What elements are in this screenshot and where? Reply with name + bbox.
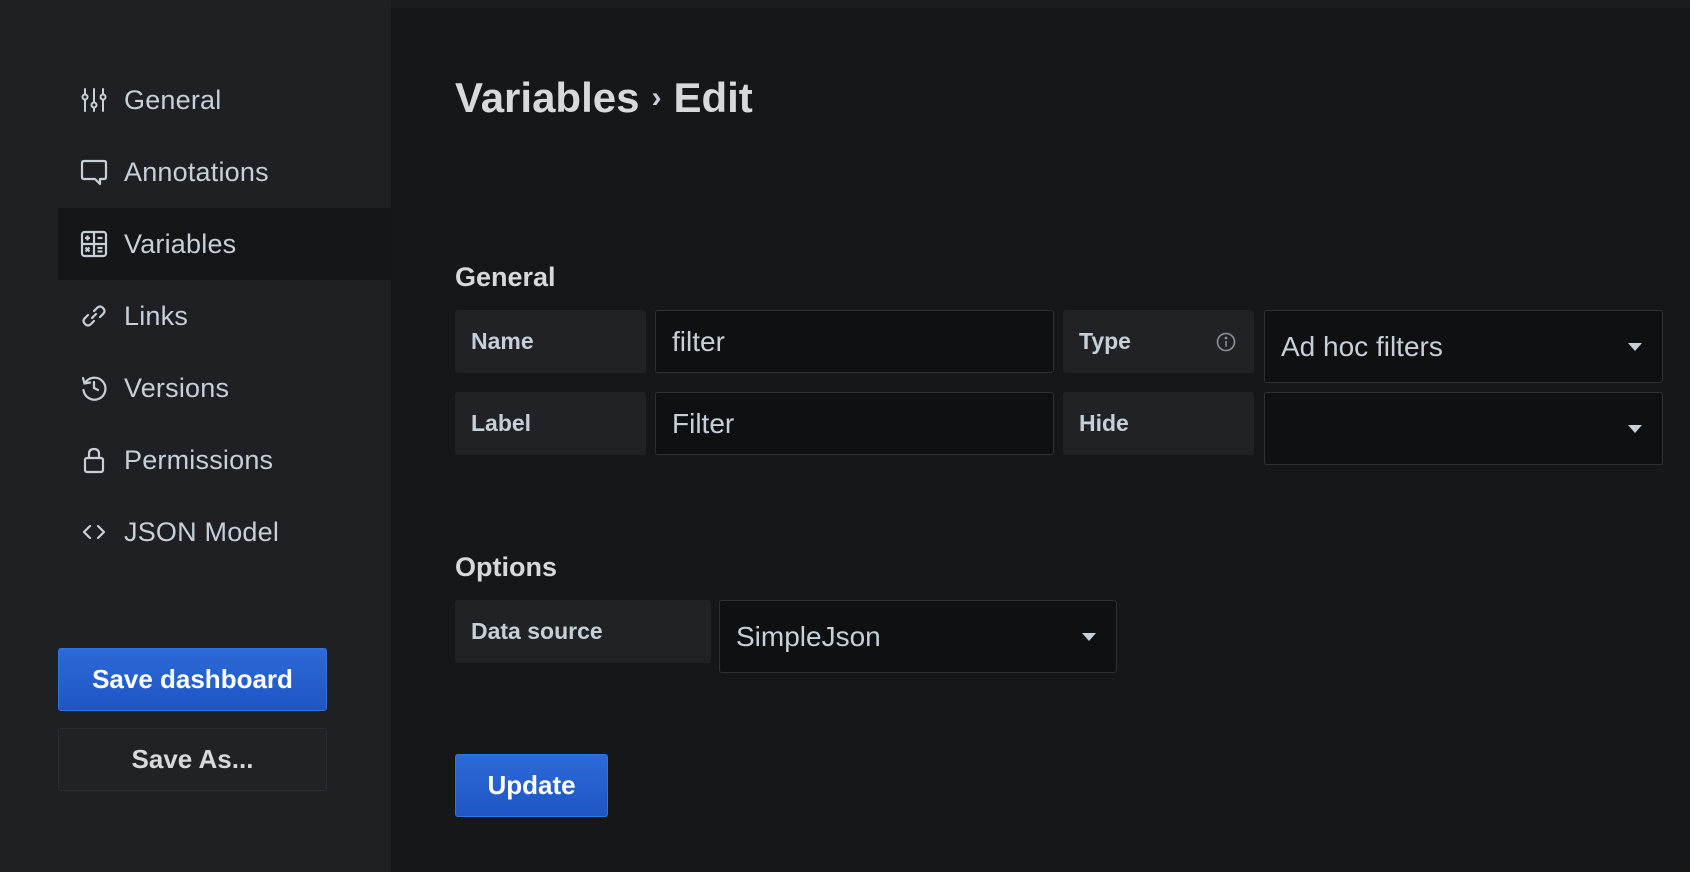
info-icon[interactable]: [1216, 331, 1236, 352]
sidebar-item-variables[interactable]: Variables: [58, 208, 391, 280]
datasource-label: Data source: [455, 600, 711, 663]
lock-icon: [80, 446, 108, 474]
section-title-options: Options: [455, 552, 557, 582]
name-input[interactable]: filter: [655, 310, 1054, 373]
sidebar-item-permissions[interactable]: Permissions: [58, 424, 391, 496]
code-brackets-icon: [80, 518, 108, 546]
link-icon: [80, 302, 108, 330]
sidebar-item-label: Links: [124, 300, 189, 331]
sidebar-item-annotations[interactable]: Annotations: [58, 136, 391, 208]
comment-icon: [80, 158, 108, 186]
sidebar-item-versions[interactable]: Versions: [58, 352, 391, 424]
history-icon: [80, 374, 108, 402]
datasource-select[interactable]: SimpleJson: [719, 600, 1117, 673]
breadcrumb: Variables › Edit: [455, 74, 753, 122]
save-as-button[interactable]: Save As...: [58, 728, 327, 791]
sidebar-item-label: Annotations: [124, 156, 269, 187]
type-label-text: Type: [1079, 328, 1131, 354]
sidebar-item-label: JSON Model: [124, 516, 280, 547]
update-button[interactable]: Update: [455, 754, 608, 817]
sliders-icon: [80, 86, 108, 114]
label-label: Label: [455, 392, 646, 455]
caret-down-icon: [1628, 424, 1642, 433]
sidebar-item-general[interactable]: General: [58, 64, 391, 136]
type-select[interactable]: Ad hoc filters: [1264, 310, 1663, 383]
label-input[interactable]: Filter: [655, 392, 1054, 455]
caret-down-icon: [1082, 632, 1096, 641]
datasource-select-value: SimpleJson: [736, 620, 881, 652]
sidebar-item-links[interactable]: Links: [58, 280, 391, 352]
section-title-general: General: [455, 262, 556, 292]
sidebar-item-json-model[interactable]: JSON Model: [58, 496, 391, 568]
sidebar-item-label: Permissions: [124, 444, 274, 475]
sidebar-item-label: Versions: [124, 372, 230, 403]
type-select-value: Ad hoc filters: [1281, 330, 1443, 362]
settings-sidebar: General Annotations Variables Links Vers…: [0, 0, 391, 872]
hide-label: Hide: [1063, 392, 1254, 455]
breadcrumb-separator: ›: [651, 81, 662, 114]
breadcrumb-parent[interactable]: Variables: [455, 74, 639, 122]
sidebar-item-label: Variables: [124, 228, 237, 259]
name-label: Name: [455, 310, 646, 373]
breadcrumb-current: Edit: [673, 74, 753, 121]
hide-select[interactable]: [1264, 392, 1663, 465]
save-dashboard-button[interactable]: Save dashboard: [58, 648, 327, 711]
type-label: Type: [1063, 310, 1254, 373]
sidebar-item-label: General: [124, 84, 222, 115]
calculator-icon: [80, 230, 108, 258]
caret-down-icon: [1628, 342, 1642, 351]
